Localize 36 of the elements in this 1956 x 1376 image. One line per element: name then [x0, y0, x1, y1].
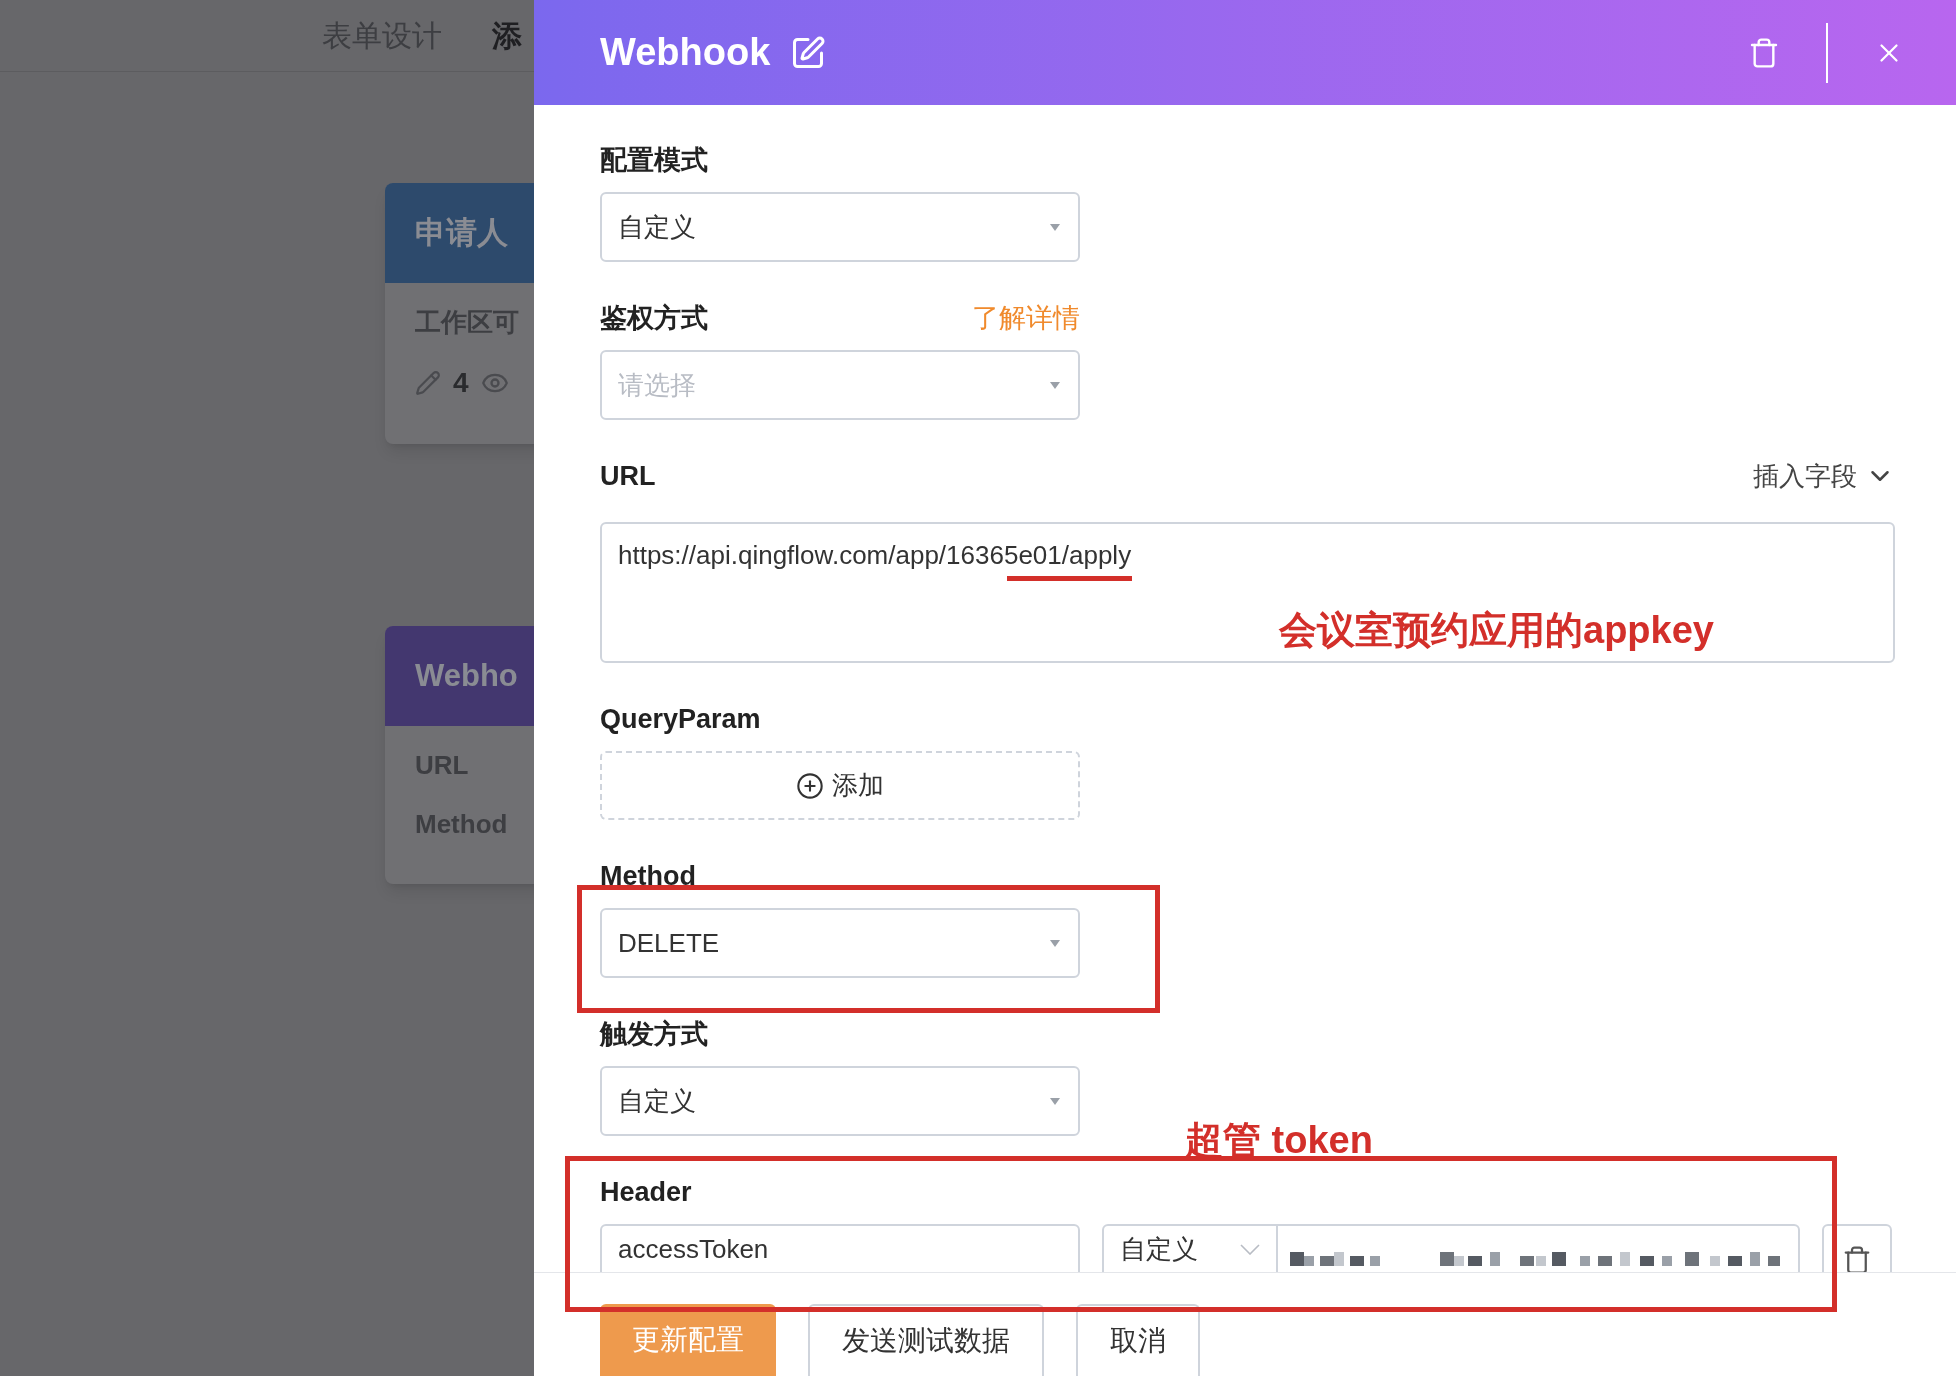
select-field[interactable]: DELETE	[600, 908, 1080, 978]
chevron-down-icon	[1240, 1244, 1260, 1255]
caret-icon	[1048, 222, 1062, 232]
header-key-field[interactable]: accessToken	[600, 1224, 1080, 1272]
panel-title: Webhook	[600, 30, 771, 75]
edit-count: 4	[453, 366, 469, 400]
footer-button[interactable]: 发送测试数据	[808, 1304, 1044, 1376]
field-label: 鉴权方式	[600, 301, 708, 335]
caret-icon	[1048, 1096, 1062, 1106]
field-label: Method	[600, 859, 696, 893]
field-label: URL	[600, 459, 656, 493]
select-field[interactable]: 自定义	[600, 192, 1080, 262]
field-label: 触发方式	[600, 1017, 708, 1051]
insert-field-button[interactable]: 插入字段	[1753, 456, 1895, 496]
field-label: 配置模式	[600, 143, 708, 177]
plus-circle-icon	[796, 771, 824, 800]
pencil-icon	[415, 370, 441, 396]
trash-icon	[1842, 1245, 1872, 1272]
caret-icon	[1048, 380, 1062, 390]
select-field[interactable]: 自定义	[600, 1066, 1080, 1136]
trash-icon[interactable]	[1748, 36, 1780, 69]
select-value: DELETE	[618, 926, 720, 960]
caret-icon	[1048, 938, 1062, 948]
node-title: Webho	[415, 656, 518, 695]
select-value: 自定义	[618, 1084, 696, 1118]
select-placeholder: 请选择	[618, 368, 696, 402]
edit-icon[interactable]	[790, 34, 827, 71]
annotation-text: 会议室预约应用的appkey	[1279, 608, 1714, 653]
field-label: Header	[600, 1175, 692, 1209]
select-value: 自定义	[1120, 1234, 1198, 1264]
node-title: 申请人	[415, 213, 508, 252]
add-button[interactable]: 添加	[600, 751, 1080, 820]
select-value: 自定义	[618, 210, 696, 244]
field-label: QueryParam	[600, 702, 761, 736]
footer-button[interactable]: 取消	[1076, 1304, 1200, 1376]
value-source-select[interactable]: 自定义	[1102, 1224, 1278, 1272]
